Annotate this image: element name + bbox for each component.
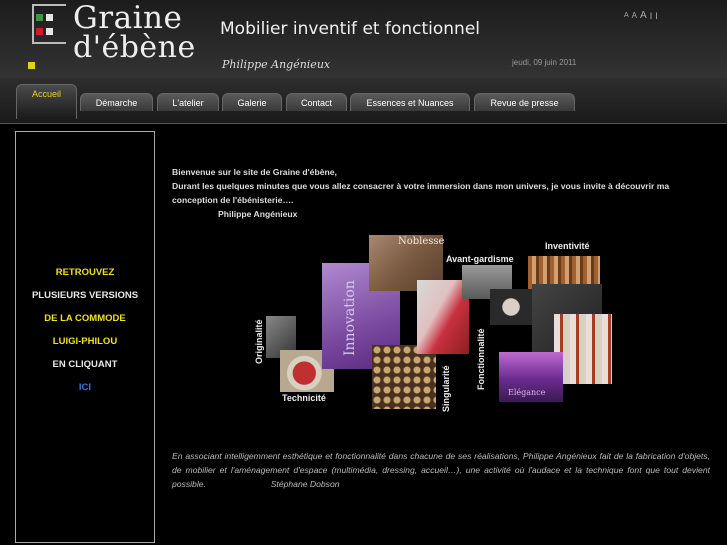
tab-contact[interactable]: Contact [286, 93, 347, 111]
tab-demarche[interactable]: Démarche [80, 93, 153, 111]
brand-name-line2[interactable]: d'ébène [73, 30, 196, 65]
welcome-text: Bienvenue sur le site de Graine d'ébène,… [172, 165, 712, 221]
label-innovation: Innovation [342, 280, 358, 356]
label-singularite: Singularité [441, 365, 451, 412]
logo-icon[interactable] [28, 4, 68, 70]
promo-line-commode: DE LA COMMODE [44, 313, 126, 324]
font-size-tools: A A A I I [624, 10, 658, 22]
promo-line-retrouvez: RETROUVEZ [55, 267, 115, 278]
welcome-line1: Bienvenue sur le site de Graine d'ébène, [172, 167, 337, 177]
label-originalite: Originalité [254, 319, 264, 364]
font-small-icon[interactable]: A [624, 10, 629, 22]
tile-bamboo [372, 345, 436, 409]
promo-line-versions: PLUSIEURS VERSIONS [31, 290, 139, 301]
tab-accueil[interactable]: Accueil [16, 84, 77, 119]
label-inventivite: Inventivité [545, 241, 590, 251]
font-large-icon[interactable]: A [640, 10, 647, 22]
promo-link-ici[interactable]: ICI [16, 382, 154, 393]
tab-galerie[interactable]: Galerie [222, 93, 282, 111]
tile-sculpture [490, 289, 532, 325]
quote-author: Stéphane Dobson [270, 479, 340, 489]
sidebar-promo: RETROUVEZ PLUSIEURS VERSIONS DE LA COMMO… [15, 131, 155, 543]
label-technicite: Technicité [282, 393, 326, 403]
author-signature: Philippe Angénieux [222, 58, 331, 71]
welcome-line2: Durant les quelques minutes que vous all… [172, 181, 670, 205]
press-quote: En associant intelligemment esthétique e… [172, 449, 710, 491]
font-medium-icon[interactable]: A [632, 10, 637, 22]
site-header: Graine d'ébène Mobilier inventif et fonc… [0, 0, 727, 78]
promo-line-cliquant: EN CLIQUANT [52, 359, 118, 370]
promo-line-luigi: LUIGI-PHILOU [52, 336, 118, 347]
tab-revue-presse[interactable]: Revue de presse [474, 93, 575, 111]
label-fonctionnalite: Fonctionnalité [476, 328, 486, 391]
label-elegance: Elégance [508, 388, 546, 397]
tab-essences[interactable]: Essences et Nuances [350, 93, 470, 111]
layout-wide-icon[interactable]: I [655, 10, 658, 22]
layout-narrow-icon[interactable]: I [650, 10, 653, 22]
welcome-signature: Philippe Angénieux [218, 209, 298, 219]
main-nav: Accueil Démarche L'atelier Galerie Conta… [0, 78, 727, 124]
values-collage: Avant-gardisme Inventivité Technicité No… [250, 232, 620, 412]
label-avant-gardisme: Avant-gardisme [446, 254, 514, 264]
current-date: jeudi, 09 juin 2011 [512, 58, 577, 67]
label-noblesse: Noblesse [398, 236, 445, 247]
site-tagline: Mobilier inventif et fonctionnel [220, 19, 481, 39]
tab-atelier[interactable]: L'atelier [157, 93, 219, 111]
quote-text: En associant intelligemment esthétique e… [172, 451, 710, 489]
